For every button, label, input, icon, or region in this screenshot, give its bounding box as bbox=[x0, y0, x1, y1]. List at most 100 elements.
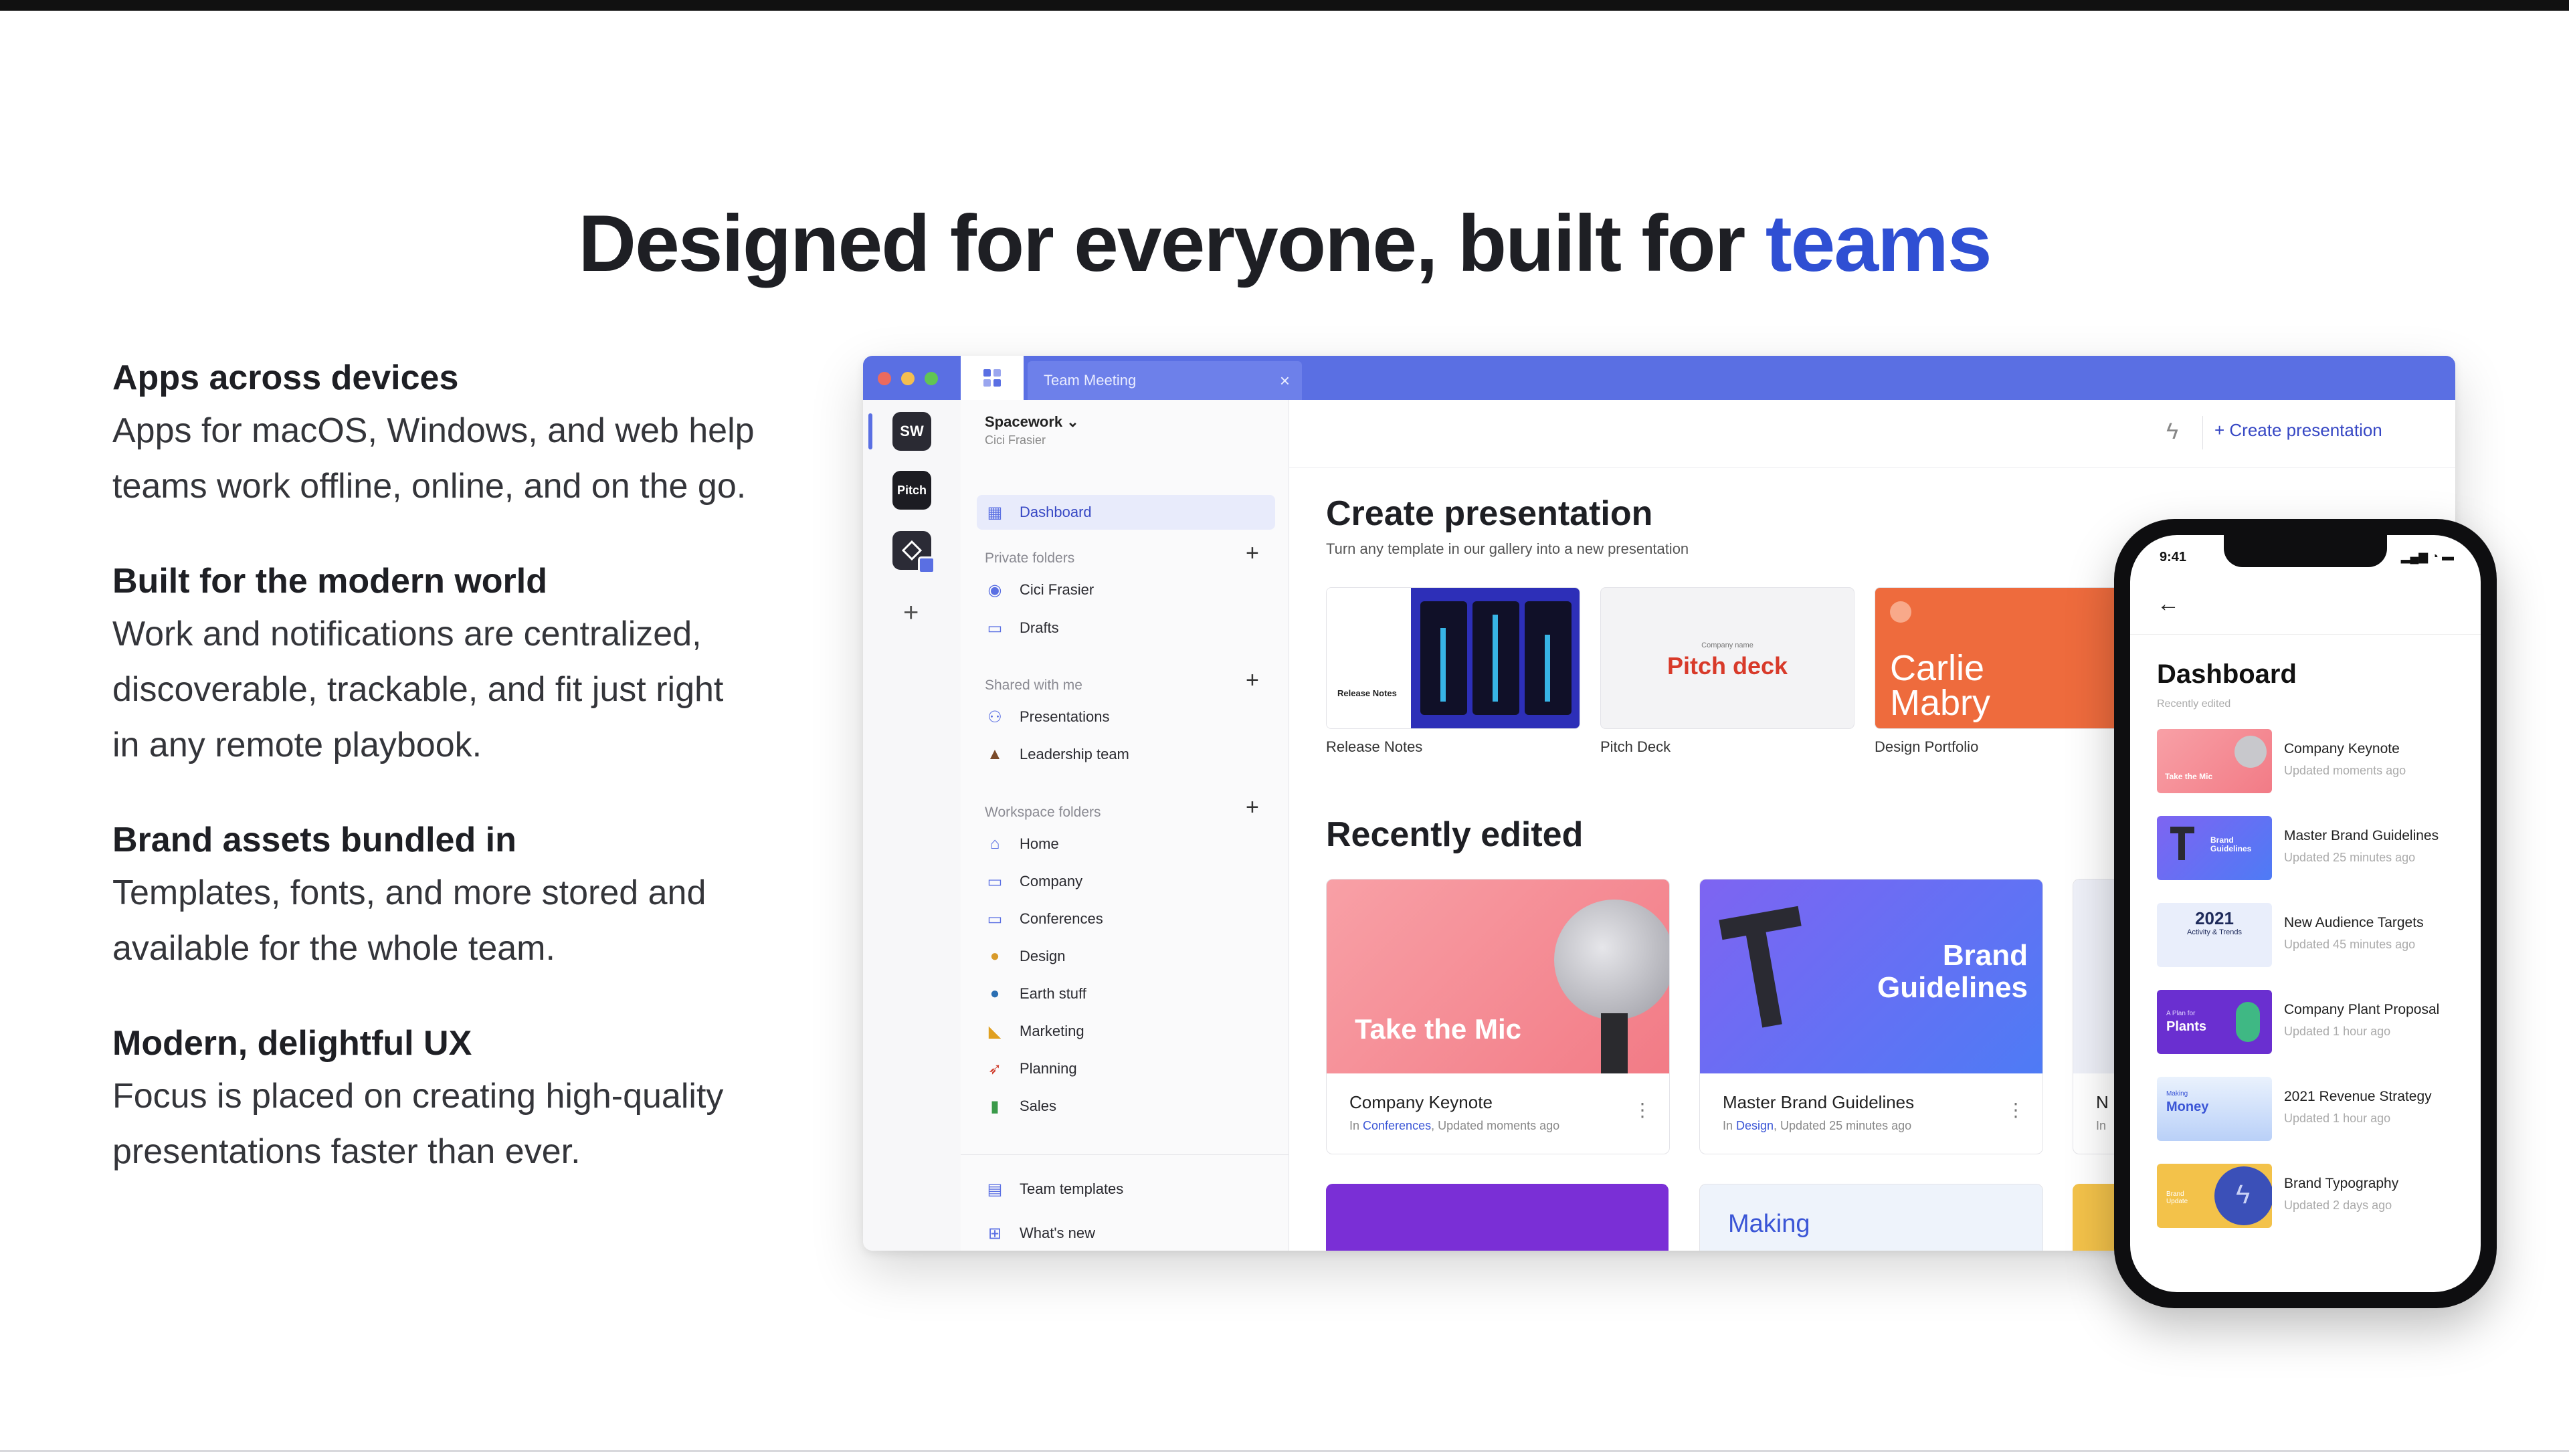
sidebar-item-label: Earth stuff bbox=[1020, 985, 1086, 1002]
card-meta: In Conferences, Updated moments ago bbox=[1349, 1119, 1559, 1133]
sidebar-item-home[interactable]: ⌂ Home bbox=[977, 827, 1275, 861]
globe-icon: ● bbox=[989, 984, 1000, 1003]
list-item[interactable]: Brand Update ϟ Brand Typography Updated … bbox=[2157, 1164, 2465, 1231]
sidebar-item-label: Company bbox=[1020, 873, 1083, 890]
template-pitch-deck[interactable]: Company name Pitch deck bbox=[1600, 587, 1854, 729]
workspace-spacework[interactable]: SW bbox=[892, 412, 931, 451]
sidebar-item-planning[interactable]: ➶ Planning bbox=[977, 1051, 1275, 1086]
card-folder-link[interactable]: Conferences bbox=[1363, 1119, 1431, 1132]
close-window-button[interactable] bbox=[878, 372, 891, 385]
card-meta: In bbox=[2096, 1119, 2107, 1132]
list-item[interactable]: A Plan for Plants Company Plant Proposal… bbox=[2157, 990, 2465, 1057]
phone-title: Dashboard bbox=[2157, 659, 2297, 689]
palette-icon: ● bbox=[989, 947, 1000, 965]
item-thumbnail: Brand Update ϟ bbox=[2157, 1164, 2272, 1228]
add-workspace-folder-icon[interactable]: + bbox=[1246, 795, 1259, 821]
sidebar-item-label: Planning bbox=[1020, 1060, 1077, 1077]
header-divider bbox=[2202, 416, 2203, 449]
maximize-window-button[interactable] bbox=[925, 372, 938, 385]
add-shared-icon[interactable]: + bbox=[1246, 667, 1259, 694]
sidebar-item-cici-frasier[interactable]: ◉ Cici Frasier bbox=[977, 573, 1275, 607]
sidebar-item-label: Team templates bbox=[1020, 1180, 1124, 1197]
thumb-text: Plants bbox=[2166, 1019, 2207, 1034]
template-label: Pitch Deck bbox=[1600, 738, 1671, 755]
grid-icon[interactable] bbox=[961, 356, 1024, 400]
card-meta-suffix: , Updated 25 minutes ago bbox=[1774, 1119, 1912, 1132]
item-title: Company Plant Proposal bbox=[2284, 1002, 2440, 1017]
notification-dot bbox=[918, 556, 935, 574]
feature-title: Modern, delightful UX bbox=[112, 1024, 472, 1063]
sidebar-item-leadership-team[interactable]: ▲ Leadership team bbox=[977, 737, 1275, 772]
bottom-border bbox=[0, 1450, 2569, 1452]
back-arrow-icon[interactable]: ← bbox=[2157, 591, 2180, 617]
status-time: 9:41 bbox=[2160, 550, 2187, 564]
sidebar-item-sales[interactable]: ▮ Sales bbox=[977, 1089, 1275, 1124]
team-icon: ▲ bbox=[987, 745, 1003, 763]
folder-icon: ▭ bbox=[987, 910, 1003, 928]
sidebar-item-label: Dashboard bbox=[1020, 504, 1092, 520]
lightning-icon[interactable]: ϟ bbox=[2166, 419, 2178, 445]
sidebar-item-presentations[interactable]: ⚇ Presentations bbox=[977, 700, 1275, 734]
letter-t-shape bbox=[2178, 827, 2185, 860]
card-purple-thumbnail[interactable] bbox=[1326, 1184, 1669, 1251]
sidebar-item-label: Sales bbox=[1020, 1098, 1057, 1114]
card-folder-link[interactable]: Design bbox=[1736, 1119, 1774, 1132]
sidebar-item-design[interactable]: ● Design bbox=[977, 939, 1275, 974]
selected-indicator bbox=[868, 413, 872, 449]
list-item[interactable]: 2021 Activity & Trends New Audience Targ… bbox=[2157, 903, 2465, 970]
minimize-window-button[interactable] bbox=[901, 372, 915, 385]
workspace-switcher[interactable]: Spacework ⌄ Cici Frasier bbox=[985, 413, 1079, 447]
feature-body: Templates, fonts, and more stored and av… bbox=[112, 873, 706, 968]
sidebar-item-whats-new[interactable]: ⊞ What's new bbox=[977, 1216, 1275, 1251]
sidebar-item-conferences[interactable]: ▭ Conferences bbox=[977, 902, 1275, 936]
phone-mockup: 9:41 ▂▄▆ ◔ ▬ ← Dashboard Recently edited… bbox=[2114, 519, 2497, 1308]
section-shared-with-me: Shared with me bbox=[985, 678, 1082, 693]
sidebar-item-label: Presentations bbox=[1020, 708, 1110, 725]
list-item[interactable]: Brand Guidelines Master Brand Guidelines… bbox=[2157, 816, 2465, 883]
chevron-down-icon: ⌄ bbox=[1066, 413, 1079, 430]
item-thumbnail: A Plan for Plants bbox=[2157, 990, 2272, 1054]
template-design-portfolio[interactable]: Carlie Mabry bbox=[1875, 587, 2116, 729]
close-icon[interactable]: × bbox=[1280, 361, 1290, 400]
sidebar-item-drafts[interactable]: ▭ Drafts bbox=[977, 611, 1275, 645]
dashboard-icon: ▦ bbox=[987, 503, 1003, 522]
people-icon: ⚇ bbox=[987, 708, 1002, 726]
section-workspace-folders: Workspace folders bbox=[985, 805, 1101, 820]
item-meta: Updated 2 days ago bbox=[2284, 1199, 2392, 1212]
page-headline: Designed for everyone, built for teams bbox=[0, 197, 2569, 290]
sidebar-item-company[interactable]: ▭ Company bbox=[977, 864, 1275, 899]
phone-notch bbox=[2224, 535, 2387, 567]
workspace-pitch[interactable]: Pitch bbox=[892, 471, 931, 510]
section-private-folders: Private folders bbox=[985, 550, 1075, 566]
battery-icon: ▂▄▆ ◔ ▬ bbox=[2400, 550, 2454, 563]
workspace-third[interactable] bbox=[892, 531, 935, 574]
add-workspace-icon[interactable]: + bbox=[903, 598, 919, 628]
card-making-thumbnail[interactable]: Making bbox=[1699, 1184, 2043, 1251]
workspace-user: Cici Frasier bbox=[985, 433, 1046, 447]
thumb-subtext: Activity & Trends bbox=[2187, 928, 2242, 936]
window-titlebar: Team Meeting × bbox=[863, 356, 2455, 400]
card-master-brand-guidelines[interactable]: Brand Guidelines Master Brand Guidelines… bbox=[1699, 879, 2043, 1154]
phone-subtitle: Recently edited bbox=[2157, 698, 2231, 710]
sidebar-item-marketing[interactable]: ◣ Marketing bbox=[977, 1014, 1275, 1049]
card-company-keynote[interactable]: Take the Mic Company Keynote In Conferen… bbox=[1326, 879, 1670, 1154]
sidebar-item-earth-stuff[interactable]: ● Earth stuff bbox=[977, 976, 1275, 1011]
list-item[interactable]: Making Money 2021 Revenue Strategy Updat… bbox=[2157, 1077, 2465, 1144]
add-private-folder-icon[interactable]: + bbox=[1246, 540, 1259, 566]
list-item[interactable]: Take the Mic Company Keynote Updated mom… bbox=[2157, 729, 2465, 796]
tab-team-meeting[interactable]: Team Meeting × bbox=[1028, 361, 1302, 400]
phone-divider bbox=[2130, 634, 2481, 635]
card-thumb-text: Brand Guidelines bbox=[1877, 939, 2028, 1004]
microphone-handle-shape bbox=[1601, 1013, 1628, 1073]
sidebar-item-team-templates[interactable]: ▤ Team templates bbox=[977, 1172, 1275, 1207]
card-thumbnail: Brand Guidelines bbox=[1700, 879, 2042, 1073]
template-release-notes[interactable]: Release Notes bbox=[1326, 587, 1580, 729]
more-options-icon[interactable]: ⋮ bbox=[2006, 1099, 2025, 1121]
item-title: 2021 Revenue Strategy bbox=[2284, 1089, 2432, 1104]
sidebar-item-label: Leadership team bbox=[1020, 746, 1129, 762]
create-presentation-button[interactable]: + Create presentation bbox=[2214, 420, 2382, 441]
thumb-text: Money bbox=[2166, 1100, 2209, 1114]
more-options-icon[interactable]: ⋮ bbox=[1633, 1099, 1652, 1121]
sidebar-item-dashboard[interactable]: ▦ Dashboard bbox=[977, 495, 1275, 530]
feature-body: Apps for macOS, Windows, and web help te… bbox=[112, 411, 755, 506]
